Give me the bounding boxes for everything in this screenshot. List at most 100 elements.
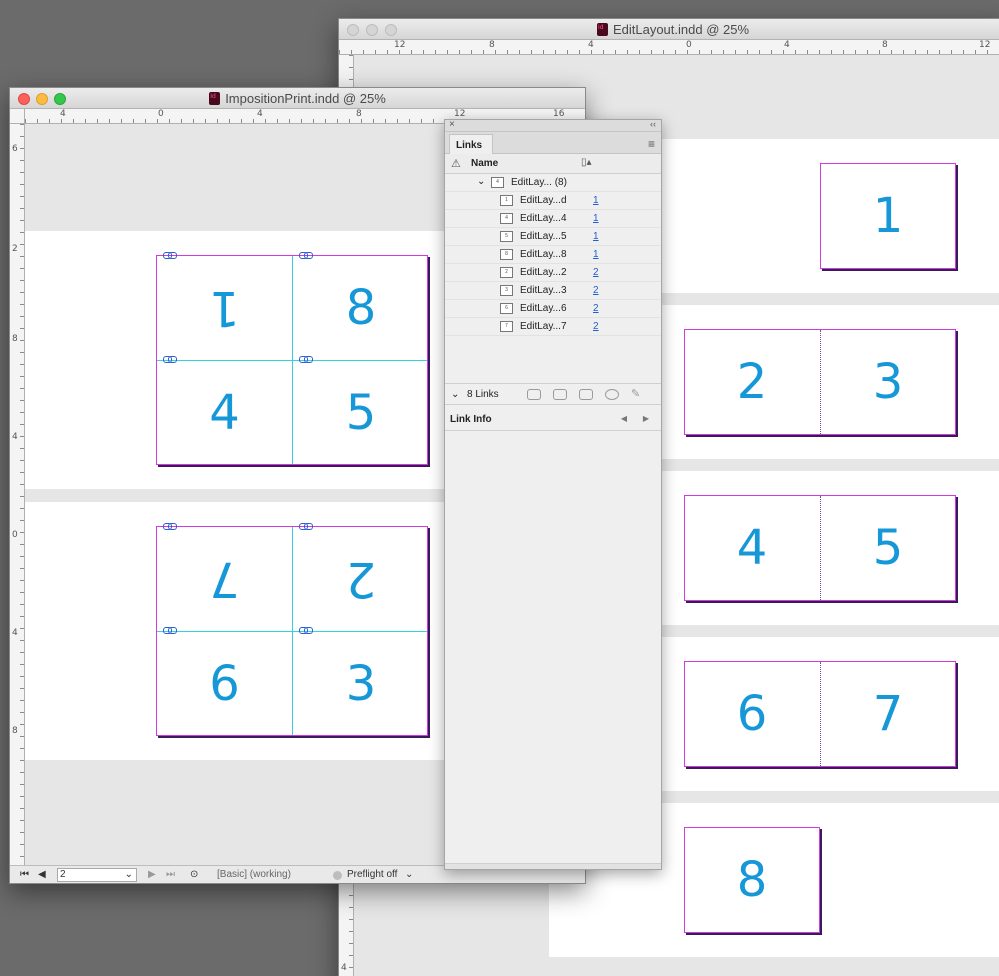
link-name: EditLay... (8) <box>511 177 567 188</box>
chevron-down-icon[interactable]: ⌄ <box>451 389 459 400</box>
panel-menu-icon[interactable]: ≡ <box>648 137 655 151</box>
link-thumbnail: 8 <box>500 249 513 260</box>
page-number: 7 <box>872 686 904 742</box>
link-row[interactable]: 7 EditLay...7 2 <box>445 318 661 336</box>
ruler-corner[interactable] <box>10 109 25 124</box>
ruler-number: 12 <box>454 109 466 119</box>
page-number: 5 <box>872 520 904 576</box>
vertical-ruler[interactable]: 6 2 8 4 0 4 8 <box>10 124 25 865</box>
name-column-header[interactable]: Name <box>471 158 498 169</box>
link-row[interactable]: 5 EditLay...5 1 <box>445 228 661 246</box>
page-number: 3 <box>345 656 377 712</box>
ruler-number: 4 <box>60 109 66 119</box>
panel-resize-grip[interactable] <box>445 863 661 869</box>
link-page[interactable]: 1 <box>593 231 599 242</box>
workspace-icon[interactable]: ⊙ <box>190 869 198 880</box>
update-link-icon[interactable] <box>605 389 619 400</box>
preflight-menu[interactable]: Preflight off <box>347 869 397 880</box>
previous-page-icon[interactable]: ◀ <box>38 869 46 880</box>
ruler-number: 12 <box>394 40 406 50</box>
ruler-number: 8 <box>489 40 495 50</box>
cell-top-right: 2 <box>293 527 429 631</box>
link-page[interactable]: 1 <box>593 249 599 260</box>
ruler-number: 4 <box>12 432 18 442</box>
link-name: EditLay...6 <box>520 303 567 314</box>
ruler-number: 16 <box>553 109 565 119</box>
window-title: ImpositionPrint.indd @ 25% <box>10 91 585 106</box>
link-info-label: Link Info <box>450 414 492 425</box>
page-number-rotated: 2 <box>345 551 377 607</box>
indesign-doc-icon <box>209 92 221 105</box>
next-icon[interactable]: ▶ <box>643 414 649 423</box>
ruler-number: 4 <box>588 40 594 50</box>
ruler-number: 8 <box>12 726 18 736</box>
page-number: 6 <box>209 656 240 712</box>
link-page[interactable]: 2 <box>593 285 599 296</box>
link-row[interactable]: 3 EditLay...3 2 <box>445 282 661 300</box>
close-icon[interactable]: × <box>449 119 455 130</box>
last-page-icon[interactable]: ⏭ <box>166 869 175 880</box>
link-thumbnail: 5 <box>500 231 513 242</box>
page-number: 1 <box>872 188 904 244</box>
horizontal-ruler[interactable]: 12 8 4 0 4 8 12 <box>339 40 999 55</box>
preflight-profile-label[interactable]: [Basic] (working) <box>217 869 291 880</box>
tab-links[interactable]: Links <box>449 134 493 154</box>
editlayout-titlebar[interactable]: EditLayout.indd @ 25% <box>339 19 999 40</box>
link-page[interactable]: 1 <box>593 213 599 224</box>
chevron-down-icon[interactable]: ⌄ <box>477 176 485 187</box>
page-number: 8 <box>736 852 768 908</box>
ruler-number: 0 <box>12 530 18 540</box>
cell-top-left: 1 <box>157 256 292 360</box>
link-row[interactable]: 2 EditLay...2 2 <box>445 264 661 282</box>
page-2-3-frame[interactable]: 2 3 <box>684 329 956 435</box>
chevron-down-icon[interactable]: ⌄ <box>125 869 133 880</box>
previous-icon[interactable]: ◀ <box>621 414 627 423</box>
link-name: EditLay...d <box>520 195 567 206</box>
link-page[interactable]: 1 <box>593 195 599 206</box>
link-row[interactable]: 8 EditLay...8 1 <box>445 246 661 264</box>
link-row[interactable]: 6 EditLay...6 2 <box>445 300 661 318</box>
link-row[interactable]: 1 EditLay...d 1 <box>445 192 661 210</box>
link-thumbnail: 2 <box>500 267 513 278</box>
ruler-number: 6 <box>12 144 18 154</box>
collapse-icon[interactable]: ‹‹ <box>650 119 656 129</box>
page-number: 5 <box>345 385 377 441</box>
edit-original-icon[interactable]: ✎ <box>631 387 640 400</box>
sheet-2-frame[interactable]: 7 2 6 3 <box>156 523 429 736</box>
warning-icon[interactable]: ⚠ <box>451 157 461 170</box>
page-6-7-frame[interactable]: 6 7 <box>684 661 956 767</box>
page-number: 4 <box>736 520 768 576</box>
link-row[interactable]: 4 EditLay...4 1 <box>445 210 661 228</box>
page-number-field[interactable]: 2 ⌄ <box>57 868 137 882</box>
cell-bottom-left: 6 <box>157 632 292 736</box>
ruler-number: 0 <box>158 109 164 119</box>
chevron-down-icon[interactable]: ⌄ <box>405 869 413 880</box>
page-number: 8 <box>345 280 377 336</box>
link-page[interactable]: 2 <box>593 267 599 278</box>
link-info-bar: Link Info ◀ ▶ <box>445 409 661 431</box>
link-name: EditLay...5 <box>520 231 567 242</box>
sheet-1-frame[interactable]: 1 8 4 5 <box>156 252 428 465</box>
link-page[interactable]: 2 <box>593 321 599 332</box>
ruler-number: 2 <box>12 244 18 254</box>
imposition-titlebar[interactable]: ImpositionPrint.indd @ 25% <box>10 88 585 109</box>
first-page-icon[interactable]: ⏮ <box>20 869 29 880</box>
relink-icon[interactable] <box>553 389 567 400</box>
panel-tab-row: Links ≡ <box>445 132 661 154</box>
page-8-frame[interactable]: 8 <box>684 827 820 933</box>
panel-header-strip[interactable]: × ‹‹ <box>445 119 661 132</box>
page-1-frame[interactable]: 1 <box>820 163 956 269</box>
ruler-number: 8 <box>882 40 888 50</box>
ruler-number: 12 <box>979 40 991 50</box>
link-page[interactable]: 2 <box>593 303 599 314</box>
next-page-icon[interactable]: ▶ <box>148 869 156 880</box>
link-parent-row[interactable]: ⌄ 4 EditLay... (8) <box>445 174 661 192</box>
link-name: EditLay...8 <box>520 249 567 260</box>
cell-bottom-left: 4 <box>157 361 292 465</box>
page-4-5-frame[interactable]: 4 5 <box>684 495 956 601</box>
go-to-link-icon[interactable] <box>579 389 593 400</box>
column-header: ⚠ Name ▯▴ <box>445 154 661 174</box>
page-column-icon[interactable]: ▯▴ <box>581 157 592 168</box>
links-count: 8 Links <box>467 389 499 400</box>
cloud-icon[interactable] <box>527 389 541 400</box>
